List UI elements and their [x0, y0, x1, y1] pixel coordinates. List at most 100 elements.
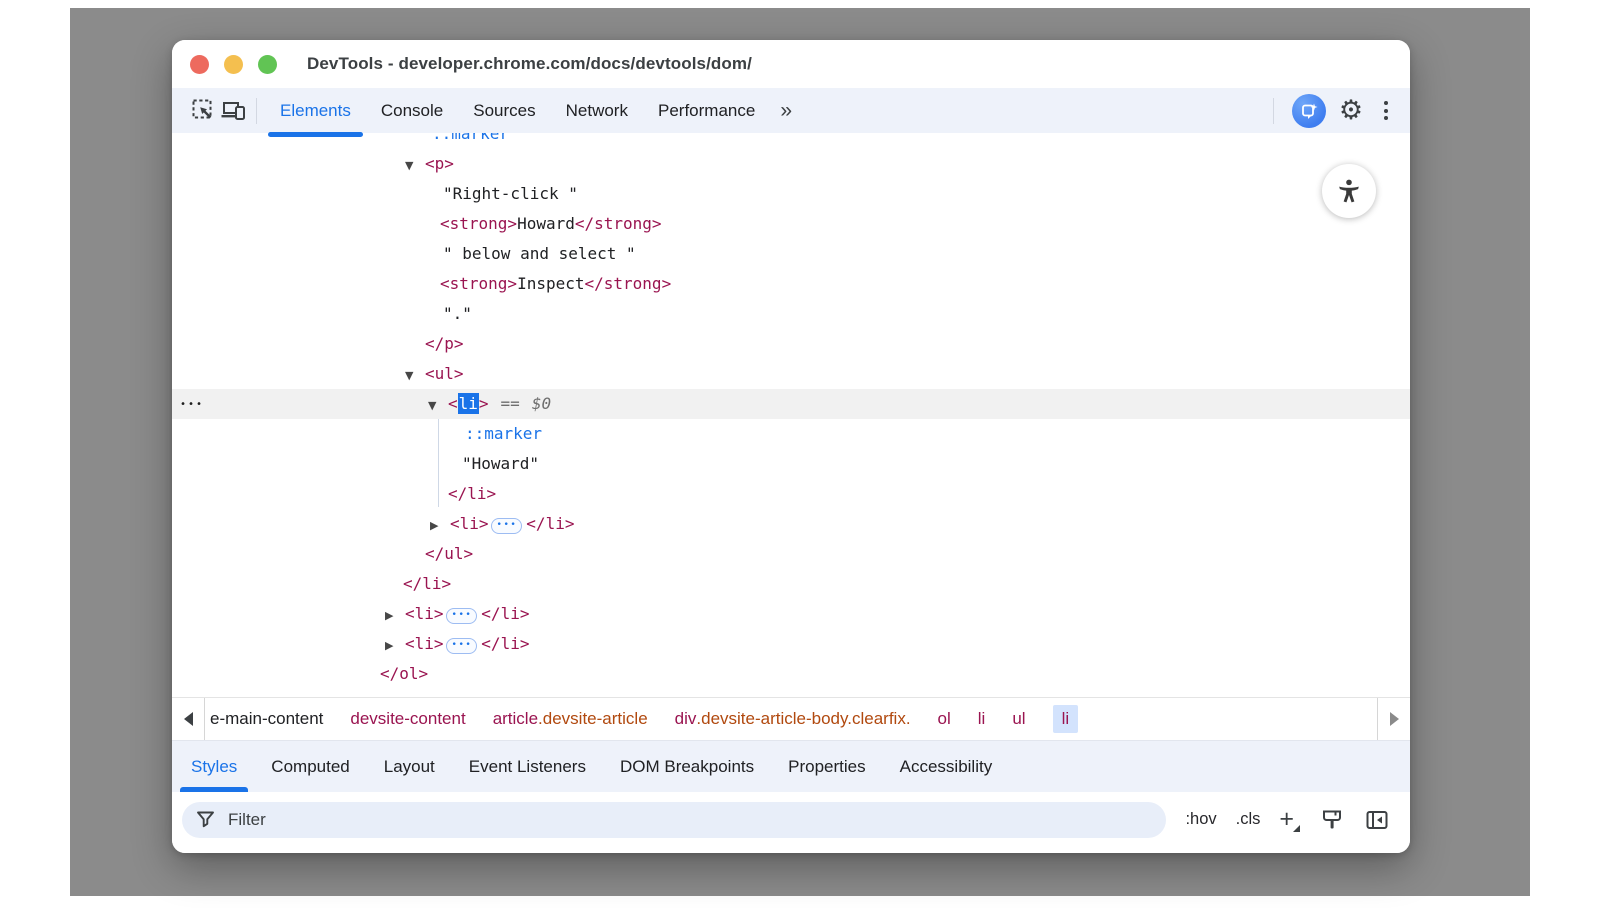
- expand-ellipsis-button[interactable]: •••: [446, 638, 478, 654]
- breadcrumb-item[interactable]: devsite-content: [350, 709, 465, 729]
- dom-tag: </p>: [425, 334, 464, 353]
- expand-arrow-icon[interactable]: ▶: [385, 631, 405, 661]
- dom-tree-row[interactable]: </p>: [172, 329, 1410, 359]
- toolbar-divider: [256, 98, 257, 124]
- breadcrumb: e-main-content devsite-content article.dev…: [205, 698, 1082, 740]
- dom-tag: </strong>: [585, 274, 672, 293]
- dom-tree-row[interactable]: <strong>Inspect</strong>: [172, 269, 1410, 299]
- accessibility-widget-button[interactable]: [1322, 164, 1376, 218]
- styles-filter-row: :hov .cls +: [172, 792, 1410, 853]
- tab-elements[interactable]: Elements: [265, 88, 366, 133]
- breadcrumb-plain-part: e-main-content: [210, 709, 323, 729]
- dom-tree-row[interactable]: ::marker: [172, 419, 1410, 449]
- tab-accessibility[interactable]: Accessibility: [883, 741, 1010, 792]
- dom-tag: </ul>: [425, 544, 473, 563]
- toggle-class-button[interactable]: .cls: [1236, 810, 1261, 829]
- title-bar: DevTools - developer.chrome.com/docs/dev…: [172, 40, 1410, 88]
- tab-properties[interactable]: Properties: [771, 741, 882, 792]
- more-panels-chevron-icon[interactable]: »: [770, 99, 800, 123]
- dom-tag: <p>: [425, 154, 454, 173]
- dom-pseudo-element: ::marker: [465, 424, 542, 443]
- breadcrumb-class-part: .devsite-article: [538, 709, 648, 729]
- breadcrumb-scroll-left-icon[interactable]: [172, 698, 205, 740]
- settings-gear-icon[interactable]: ⚙: [1336, 96, 1366, 126]
- close-window-button[interactable]: [190, 55, 209, 74]
- breadcrumb-item[interactable]: li: [978, 709, 986, 729]
- tab-console[interactable]: Console: [366, 88, 458, 133]
- minimize-window-button[interactable]: [224, 55, 243, 74]
- dom-tree-row[interactable]: ▶<li>•••</li>: [172, 629, 1410, 659]
- breadcrumb-scroll-right-icon[interactable]: [1377, 698, 1410, 740]
- filter-input[interactable]: [228, 810, 1152, 830]
- tab-performance[interactable]: Performance: [643, 88, 770, 133]
- expand-ellipsis-button[interactable]: •••: [446, 608, 478, 624]
- tab-styles[interactable]: Styles: [174, 741, 254, 792]
- expand-arrow-icon[interactable]: ▶: [385, 601, 405, 631]
- dom-tag: <strong>: [440, 214, 517, 233]
- new-style-rule-plus-icon[interactable]: +: [1279, 807, 1300, 832]
- sidebar-dock-icon[interactable]: [1364, 808, 1390, 832]
- expand-arrow-icon[interactable]: ▼: [405, 151, 425, 181]
- tab-layout[interactable]: Layout: [367, 741, 452, 792]
- dom-tree-row-selected[interactable]: •••▼<li>==$0: [172, 389, 1410, 419]
- tab-dom-breakpoints[interactable]: DOM Breakpoints: [603, 741, 771, 792]
- style-filter-field[interactable]: [182, 802, 1166, 838]
- expand-arrow-icon[interactable]: ▼: [405, 361, 425, 391]
- dom-tree-row[interactable]: </ul>: [172, 539, 1410, 569]
- dom-text-node: " below and select ": [443, 244, 636, 263]
- tab-sources[interactable]: Sources: [458, 88, 550, 133]
- dom-tag: </li>: [448, 484, 496, 503]
- breadcrumb-class-part: .devsite-article-body.clearfix.: [696, 709, 910, 729]
- inspect-icon[interactable]: [188, 96, 218, 126]
- breadcrumb-item[interactable]: div.devsite-article-body.clearfix.: [675, 709, 911, 729]
- breadcrumb-item[interactable]: e-main-content: [210, 709, 323, 729]
- tab-computed[interactable]: Computed: [254, 741, 366, 792]
- dom-tree-row[interactable]: ▼<p>: [172, 149, 1410, 179]
- dom-tag: <li>: [450, 514, 489, 533]
- devtools-toolbar: ElementsConsoleSourcesNetworkPerformance…: [172, 88, 1410, 133]
- breadcrumb-item[interactable]: article.devsite-article: [493, 709, 648, 729]
- dom-tree-row[interactable]: "Howard": [172, 449, 1410, 479]
- expand-arrow-icon[interactable]: ▼: [428, 391, 448, 421]
- maximize-window-button[interactable]: [258, 55, 277, 74]
- ai-assistant-icon[interactable]: [1292, 94, 1326, 128]
- dom-tree-row[interactable]: </ol>: [172, 659, 1410, 689]
- dom-text-node: Inspect: [517, 274, 584, 293]
- styles-tab-bar: StylesComputedLayoutEvent ListenersDOM B…: [172, 740, 1410, 792]
- toolbar-divider-right: [1273, 98, 1274, 124]
- dom-text-node: "Howard": [462, 454, 539, 473]
- breadcrumb-item[interactable]: li: [1053, 705, 1079, 733]
- funnel-icon: [196, 810, 215, 829]
- dom-text-node: "Right-click ": [443, 184, 578, 203]
- expand-arrow-icon[interactable]: ▶: [430, 511, 450, 541]
- dom-tree-row[interactable]: </li>: [172, 479, 1410, 509]
- dom-tree-row[interactable]: ".": [172, 299, 1410, 329]
- rendering-brush-icon[interactable]: [1319, 808, 1345, 832]
- more-menu-kebab-icon[interactable]: [1376, 101, 1396, 120]
- dom-tree-row[interactable]: ▶<li>•••</li>: [172, 599, 1410, 629]
- dom-tree-row[interactable]: ▶<li>•••</li>: [172, 509, 1410, 539]
- row-actions-dots-icon[interactable]: •••: [180, 390, 204, 420]
- devtools-window: DevTools - developer.chrome.com/docs/dev…: [172, 40, 1410, 853]
- breadcrumb-item[interactable]: ul: [1012, 709, 1025, 729]
- dom-tree-row[interactable]: </li>: [172, 569, 1410, 599]
- screenshot-stage: DevTools - developer.chrome.com/docs/dev…: [0, 0, 1600, 908]
- dom-tree-row[interactable]: ▼<ul>: [172, 359, 1410, 389]
- tab-event-listeners[interactable]: Event Listeners: [452, 741, 603, 792]
- dom-text-node: ".": [443, 304, 472, 323]
- dom-tree-row[interactable]: <strong>Howard</strong>: [172, 209, 1410, 239]
- console-variable: $0: [532, 394, 551, 413]
- tab-network[interactable]: Network: [551, 88, 643, 133]
- dom-tag: </ol>: [380, 664, 428, 683]
- device-toolbar-icon[interactable]: [218, 96, 248, 126]
- breadcrumb-item[interactable]: ol: [938, 709, 951, 729]
- dom-tree-row[interactable]: "Right-click ": [172, 179, 1410, 209]
- dom-tree-pane[interactable]: ::marker▼<p>"Right-click "<strong>Howard…: [172, 133, 1410, 697]
- expand-ellipsis-button[interactable]: •••: [491, 518, 523, 534]
- dom-tree-row[interactable]: " below and select ": [172, 239, 1410, 269]
- dom-tag-selected: li: [458, 393, 479, 414]
- dom-tag: </li>: [526, 514, 574, 533]
- toggle-hover-state-button[interactable]: :hov: [1185, 810, 1216, 829]
- dom-tag: <li>: [405, 604, 444, 623]
- dom-tag: <strong>: [440, 274, 517, 293]
